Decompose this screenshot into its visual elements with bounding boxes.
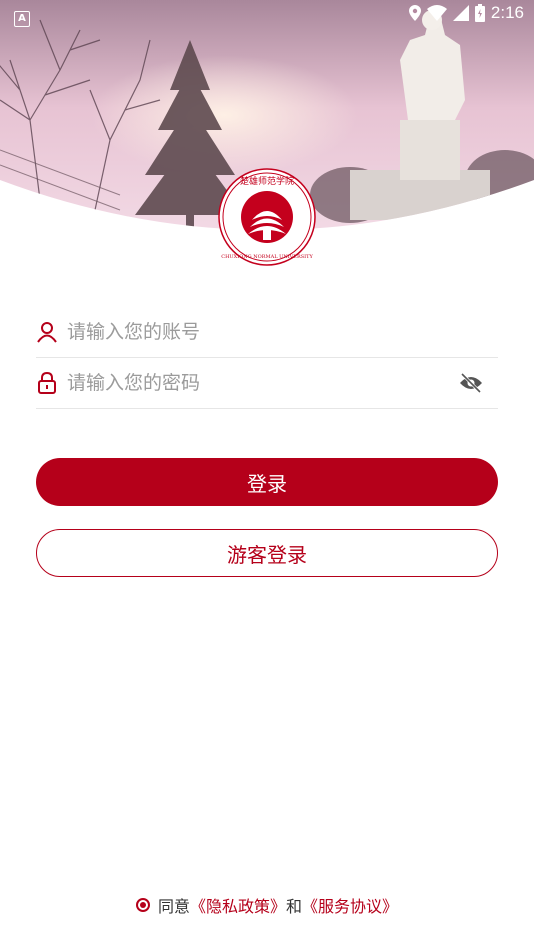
- agree-radio[interactable]: [135, 898, 150, 912]
- logo-en-text: CHUXIONG NORMAL UNIVERSITY: [221, 254, 313, 260]
- and-text: 和: [286, 897, 303, 916]
- user-icon: [36, 321, 58, 343]
- lock-icon: [36, 372, 58, 394]
- login-button[interactable]: 登录: [36, 458, 498, 506]
- password-input[interactable]: [65, 371, 458, 395]
- signal-icon: [452, 5, 469, 21]
- agree-text: 同意: [157, 897, 190, 916]
- school-logo: 楚雄师范学院 CHUXIONG NORMAL UNIVERSITY: [218, 168, 316, 266]
- location-icon: [408, 5, 421, 21]
- status-time: 2:16: [490, 3, 524, 22]
- agreement-row: 同意 《隐私政策》 和 《服务协议》: [0, 893, 534, 917]
- account-field-row: [36, 307, 498, 358]
- service-agreement-link[interactable]: 《服务协议》: [302, 893, 398, 917]
- notification-a-icon: A: [14, 11, 30, 27]
- guest-login-button[interactable]: 游客登录: [36, 529, 498, 577]
- status-bar: A 2:16: [0, 0, 534, 28]
- logo-cn-text: 楚雄师范学院: [240, 175, 294, 187]
- radio-dot-icon: [139, 902, 146, 908]
- privacy-policy-link[interactable]: 《隐私政策》: [190, 893, 286, 917]
- battery-icon: [474, 4, 485, 22]
- password-field-row: [36, 358, 498, 409]
- account-input[interactable]: [65, 320, 498, 344]
- eye-off-icon[interactable]: [458, 370, 484, 396]
- wifi-icon: [426, 5, 447, 21]
